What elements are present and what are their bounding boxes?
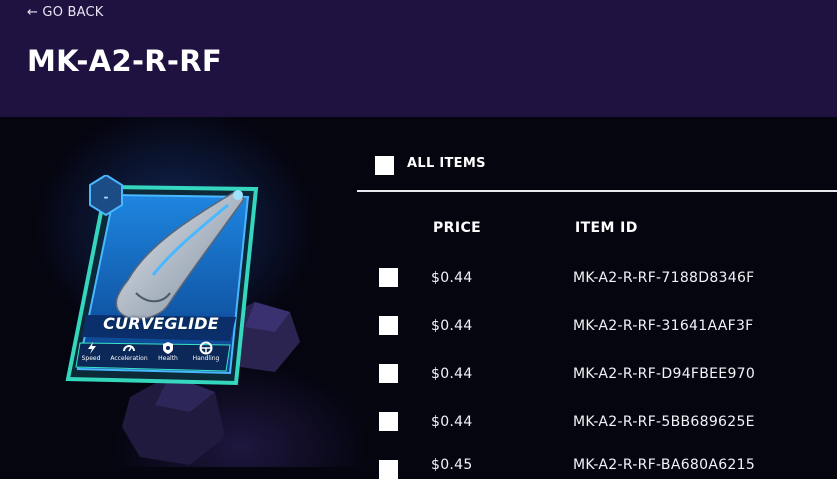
row-item-id: MK-A2-R-RF-31641AAF3F [573, 318, 754, 334]
handling-icon [199, 341, 213, 355]
acceleration-icon [123, 345, 135, 352]
stat-label-acceleration: Acceleration [110, 355, 148, 362]
speed-icon [88, 342, 96, 354]
row-checkbox[interactable] [379, 364, 398, 383]
row-price: $0.45 [431, 457, 473, 473]
stat-label-handling: Handling [192, 355, 220, 362]
health-icon [163, 342, 173, 354]
stat-label-speed: Speed [81, 355, 101, 362]
item-id-column-header: ITEM ID [575, 220, 638, 236]
row-price: $0.44 [431, 318, 473, 334]
row-checkbox[interactable] [379, 316, 398, 335]
row-checkbox[interactable] [379, 412, 398, 431]
row-item-id: MK-A2-R-RF-BA680A6215 [573, 457, 756, 473]
divider [357, 190, 837, 192]
go-back-link[interactable]: ← GO BACK [27, 5, 103, 20]
card-display: - CURVEGLIDE Speed Acceleration Health H… [0, 117, 340, 467]
row-price: $0.44 [431, 270, 473, 286]
row-price: $0.44 [431, 366, 473, 382]
row-item-id: MK-A2-R-RF-7188D8346F [573, 270, 755, 286]
page-header: ← GO BACK MK-A2-R-RF [0, 0, 837, 117]
row-item-id: MK-A2-R-RF-D94FBEE970 [573, 366, 756, 382]
select-all-label: ALL ITEMS [407, 156, 486, 171]
row-price: $0.44 [431, 414, 473, 430]
stat-label-health: Health [158, 355, 178, 362]
row-item-id: MK-A2-R-RF-5BB689625E [573, 414, 755, 430]
rarity-badge: - [103, 190, 109, 204]
row-checkbox[interactable] [379, 460, 398, 479]
page-title: MK-A2-R-RF [27, 44, 223, 78]
row-checkbox[interactable] [379, 268, 398, 287]
card-vehicle-name: CURVEGLIDE [103, 314, 219, 333]
select-all-checkbox[interactable] [375, 156, 394, 175]
price-column-header: PRICE [433, 220, 482, 236]
vehicle-card-art [65, 175, 259, 386]
